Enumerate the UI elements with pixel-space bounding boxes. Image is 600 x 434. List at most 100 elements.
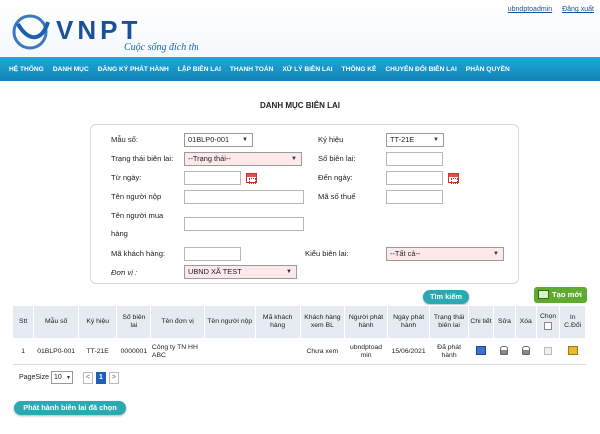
col-ten-don-vi: Tên đơn vị xyxy=(150,305,205,339)
chevron-down-icon: ▼ xyxy=(286,269,292,275)
create-button[interactable]: Tạo mới xyxy=(534,287,587,303)
mau-so-select[interactable]: 01BLP0-001 ▼ xyxy=(184,133,253,147)
cell-ten-nguoi-nop xyxy=(204,338,256,365)
cell-trang-thai: Đã phát hành xyxy=(429,338,469,365)
kieu-bien-lai-label: Kiểu biên lai: xyxy=(305,249,349,258)
ten-nguoi-mua-input[interactable] xyxy=(184,217,304,231)
den-ngay-label: Đến ngày: xyxy=(318,173,353,182)
ky-hieu-label: Ký hiệu xyxy=(318,135,344,144)
print-convert-icon[interactable] xyxy=(567,345,578,355)
cell-stt: 1 xyxy=(12,338,34,365)
ky-hieu-select[interactable]: TT-21E ▼ xyxy=(386,133,444,147)
user-link[interactable]: ubndptoadmin xyxy=(508,6,552,13)
ten-nguoi-nop-label: Tên người nộp xyxy=(111,192,162,201)
col-stt: Stt xyxy=(11,305,35,339)
col-ky-hieu: Ký hiệu xyxy=(78,305,118,339)
ma-khach-hang-label: Mã khách hàng: xyxy=(111,249,166,258)
col-ten-nguoi-nop: Tên người nộp xyxy=(203,305,256,339)
row-select-checkbox[interactable] xyxy=(544,347,553,356)
menu-item-he-thong[interactable]: HỆ THỐNG xyxy=(9,66,44,73)
cell-ma-khach-hang xyxy=(255,338,300,365)
header: VNPT Cuộc sống đích thực ubndptoadmin Đă… xyxy=(0,0,600,57)
den-ngay-input[interactable] xyxy=(386,171,443,185)
col-trang-thai: Trạng thái biên lai xyxy=(429,305,469,339)
menu-item-thong-ke[interactable]: THỐNG KÊ xyxy=(342,66,377,73)
table-header-row: Stt Mẫu số Ký hiệu Số biên lai Tên đơn v… xyxy=(11,305,586,339)
menu-item-dang-ky-phat-hanh[interactable]: ĐĂNG KÝ PHÁT HÀNH xyxy=(98,66,169,73)
kieu-bien-lai-select[interactable]: --Tất cả-- ▼ xyxy=(386,247,504,261)
page-size-value: 10 xyxy=(53,374,62,381)
tu-ngay-label: Từ ngày: xyxy=(111,173,142,182)
calendar-icon[interactable] xyxy=(246,173,257,184)
mau-so-value: 01BLP0-001 xyxy=(188,135,230,144)
chevron-down-icon: ▼ xyxy=(66,375,71,381)
cell-in-c-doi xyxy=(559,338,586,365)
create-button-label: Tạo mới xyxy=(552,290,582,299)
don-vi-label: Đơn vị : xyxy=(111,268,138,277)
page-title: DANH MỤC BIÊN LAI xyxy=(260,101,340,110)
page-button-current[interactable]: 1 xyxy=(95,371,106,384)
don-vi-select[interactable]: UBND XÃ TEST ▼ xyxy=(184,265,297,279)
col-in-c-doi: In C.Đổi xyxy=(559,305,586,339)
calendar-icon[interactable] xyxy=(448,173,459,184)
search-button[interactable]: Tìm kiếm xyxy=(423,290,469,304)
logout-link[interactable]: Đăng xuất xyxy=(562,6,594,13)
col-kh-xem-bl: Khách hàng xem BL xyxy=(299,305,346,339)
filter-panel: Mẫu số: 01BLP0-001 ▼ Ký hiệu TT-21E ▼ Tr… xyxy=(90,124,519,284)
trang-thai-select[interactable]: --Trạng thái-- ▼ xyxy=(184,152,302,166)
menu-item-thanh-toan[interactable]: THANH TOÁN xyxy=(230,66,273,73)
page-size-label: PageSize xyxy=(19,374,49,381)
ky-hieu-value: TT-21E xyxy=(390,135,415,144)
slogan-text: Cuộc sống đích thực xyxy=(124,42,198,53)
menu-item-xu-ly-bien-lai[interactable]: XỬ LÝ BIÊN LAI xyxy=(282,66,332,73)
col-so-bien-lai: Số biên lai xyxy=(116,305,152,339)
cell-ten-don-vi: Công ty TN HH ABC xyxy=(150,338,205,365)
ma-khach-hang-input[interactable] xyxy=(184,247,241,261)
chevron-down-icon: ▼ xyxy=(291,156,297,162)
select-all-checkbox[interactable] xyxy=(544,321,553,330)
publish-selected-button[interactable]: Phát hành biên lai đã chọn xyxy=(14,401,126,415)
menu-item-chuyen-doi-bien-lai[interactable]: CHUYỂN ĐỔI BIÊN LAI xyxy=(385,66,456,73)
col-sua: Sửa xyxy=(493,305,516,339)
chevron-down-icon: ▼ xyxy=(433,137,439,143)
vnpt-logo[interactable]: VNPT Cuộc sống đích thực xyxy=(8,6,198,54)
trang-thai-label: Trạng thái biên lai: xyxy=(111,154,174,163)
tu-ngay-input[interactable] xyxy=(184,171,241,185)
ten-nguoi-nop-input[interactable] xyxy=(184,190,304,204)
col-xoa: Xóa xyxy=(514,305,537,339)
top-links: ubndptoadmin Đăng xuất xyxy=(500,6,594,13)
ten-nguoi-mua-label-line2: hàng xyxy=(111,229,128,238)
prev-page-button[interactable]: < xyxy=(82,371,93,384)
receipt-table: Stt Mẫu số Ký hiệu Số biên lai Tên đơn v… xyxy=(11,305,586,365)
ma-so-thue-label: Mã số thuế xyxy=(318,192,356,201)
kieu-bien-lai-value: --Tất cả-- xyxy=(390,249,421,258)
col-chon-label: Chọn xyxy=(539,313,557,321)
chevron-down-icon: ▼ xyxy=(493,251,499,257)
mau-so-label: Mẫu số: xyxy=(111,135,139,144)
cell-kh-xem-bl: Chưa xem xyxy=(300,338,345,365)
col-nguoi-phat-hanh: Người phát hành xyxy=(344,305,388,339)
menu-item-lap-bien-lai[interactable]: LẬP BIÊN LAI xyxy=(178,66,221,73)
menu-item-phan-quyen[interactable]: PHẦN QUYỀN xyxy=(466,66,510,73)
lock-icon[interactable] xyxy=(500,345,509,355)
page-size-select[interactable]: 10 ▼ xyxy=(50,371,73,384)
don-vi-value: UBND XÃ TEST xyxy=(188,267,242,276)
lock-icon[interactable] xyxy=(521,345,530,355)
cell-so-bien-lai: 0000001 xyxy=(116,338,151,365)
table-row[interactable]: 1 01BLP0-001 TT-21E 0000001 Công ty TN H… xyxy=(12,338,586,365)
pager: PageSize 10 ▼ < 1 > xyxy=(19,371,119,384)
cell-ky-hieu: TT-21E xyxy=(78,338,117,365)
next-page-button[interactable]: > xyxy=(108,371,119,384)
col-chon: Chọn xyxy=(535,305,561,339)
detail-icon[interactable] xyxy=(476,345,486,355)
menu-item-danh-muc[interactable]: DANH MỤC xyxy=(53,66,89,73)
cell-nguoi-phat-hanh: ubndptoad min xyxy=(344,338,388,365)
so-bien-lai-input[interactable] xyxy=(386,152,443,166)
ma-so-thue-input[interactable] xyxy=(386,190,443,204)
trang-thai-value: --Trạng thái-- xyxy=(188,154,231,163)
cell-ngay-phat-hanh: 15/06/2021 xyxy=(387,338,430,365)
col-mau-so: Mẫu số xyxy=(33,305,80,339)
cell-sua xyxy=(493,338,516,365)
col-ma-khach-hang: Mã khách hàng xyxy=(254,305,301,339)
main-menu: HỆ THỐNG DANH MỤC ĐĂNG KÝ PHÁT HÀNH LẬP … xyxy=(0,57,600,81)
